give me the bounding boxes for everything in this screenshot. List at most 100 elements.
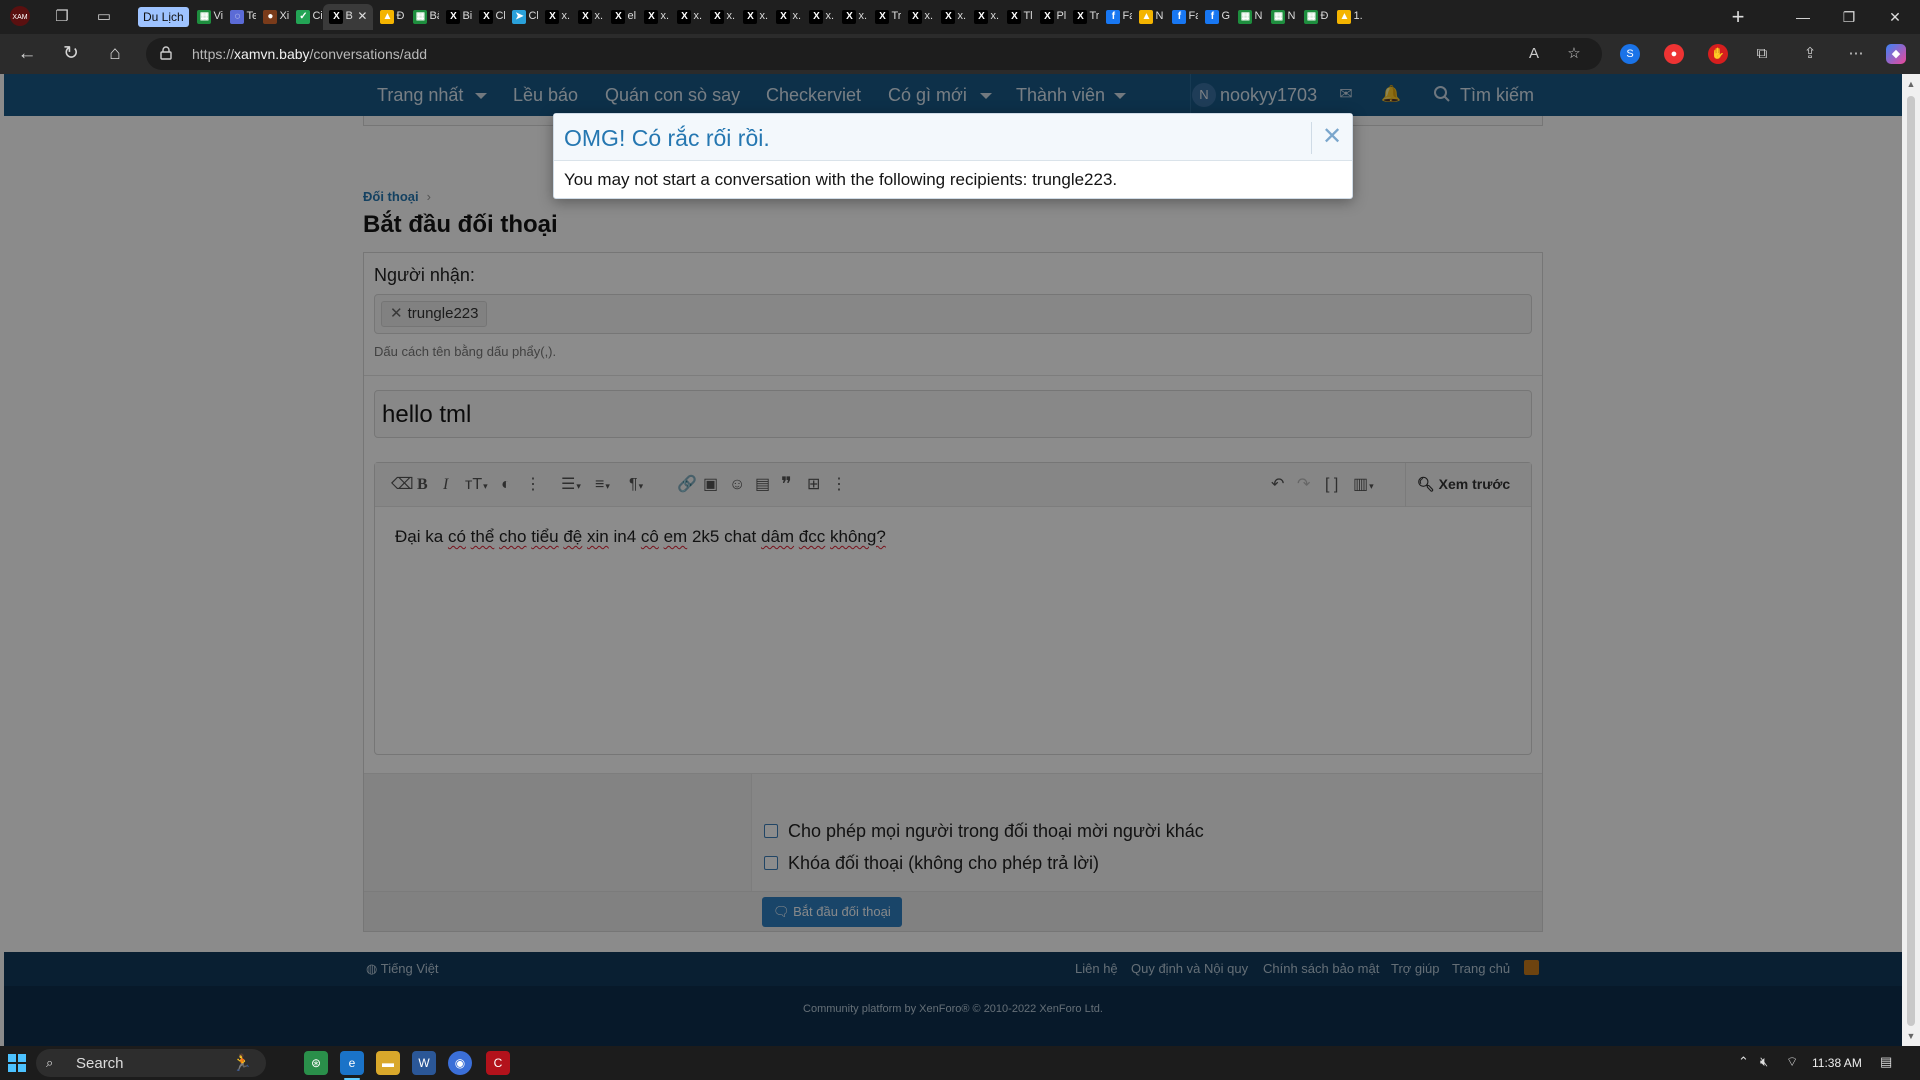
browser-tab[interactable]: Xel bbox=[605, 4, 637, 30]
scroll-thumb[interactable] bbox=[1907, 96, 1915, 1026]
browser-tab-label: el bbox=[627, 10, 637, 22]
browser-tab[interactable]: f Fa bbox=[1100, 4, 1132, 30]
browser-tab[interactable]: Xx. bbox=[968, 4, 1000, 30]
browser-tab[interactable]: ▦Bả bbox=[407, 4, 439, 30]
browser-tab[interactable]: X Pl bbox=[1034, 4, 1066, 30]
browser-tab[interactable]: Xx. bbox=[638, 4, 670, 30]
volume-muted-icon[interactable]: 🔇︎ bbox=[1760, 1054, 1768, 1070]
tab-group-label: Du Lịch bbox=[138, 7, 189, 27]
browser-tab[interactable]: Xx. bbox=[671, 4, 703, 30]
browser-tab[interactable]: X Tr bbox=[869, 4, 901, 30]
url-field[interactable]: https://xamvn.baby/conversations/add A ☆ bbox=[146, 38, 1602, 70]
browser-tab[interactable]: ▦ Đ bbox=[1298, 4, 1330, 30]
browser-tab[interactable]: X Tl bbox=[1001, 4, 1033, 30]
copilot-icon[interactable]: ◆ bbox=[1886, 44, 1906, 64]
browser-tab[interactable]: X Bi bbox=[440, 4, 472, 30]
browser-tab-label: Tr bbox=[1089, 10, 1100, 22]
taskbar-search-label: Search bbox=[76, 1055, 124, 1072]
taskbar-search[interactable]: ⌕ Search 🏃 bbox=[36, 1049, 266, 1077]
browser-tab-label: G bbox=[1221, 10, 1231, 22]
taskbar-clock[interactable]: 11:38 AM bbox=[1812, 1056, 1862, 1070]
browser-tab[interactable]: X Tr bbox=[1067, 4, 1099, 30]
tab-actions-icon[interactable]: ▭ bbox=[92, 5, 116, 29]
wifi-icon[interactable]: ⌔ bbox=[1786, 1054, 1798, 1070]
close-tab-icon[interactable]: ✕ bbox=[357, 9, 367, 23]
dark-icon: ● bbox=[263, 10, 278, 24]
windows-taskbar: ⌕ Search 🏃 ⊛ e ▬ W ◉ C ⌃ 🔇︎ ⌔ 11:38 AM ▤ bbox=[0, 1046, 1920, 1080]
browser-tab[interactable]: Xx. bbox=[902, 4, 934, 30]
extension-badge-icon[interactable]: ● bbox=[1664, 44, 1684, 64]
browser-tab[interactable]: X B ✕ bbox=[323, 4, 374, 30]
browser-tab[interactable]: Xx. bbox=[803, 4, 835, 30]
browser-tab-label: N bbox=[1155, 10, 1164, 22]
telegram-icon: ➤ bbox=[512, 10, 527, 24]
tray-chevron-icon[interactable]: ⌃ bbox=[1738, 1054, 1749, 1070]
x-icon: X bbox=[743, 10, 758, 24]
close-window-button[interactable]: ✕ bbox=[1872, 0, 1918, 34]
browser-tab[interactable]: ● Xi bbox=[257, 4, 289, 30]
favorite-star-icon[interactable]: ☆ bbox=[1564, 44, 1584, 64]
read-aloud-icon[interactable]: A bbox=[1524, 44, 1544, 64]
browser-tab[interactable]: ▲ 1. bbox=[1331, 4, 1363, 30]
browser-tab[interactable]: ✓ Ci bbox=[290, 4, 322, 30]
home-icon[interactable]: ⌂ bbox=[102, 41, 128, 67]
more-menu-icon[interactable]: ⋯ bbox=[1846, 44, 1866, 64]
browser-tab[interactable]: Xx. bbox=[572, 4, 604, 30]
browser-tab-label: Ci bbox=[312, 10, 323, 22]
red-app-icon[interactable]: C bbox=[486, 1051, 510, 1075]
x-icon: X bbox=[908, 10, 923, 24]
tabs-row: Du Lịch ▦Vi◌Te●Xi✓CiXB✕▲Đ▦BảXBiXCl➤ClXx.… bbox=[134, 4, 1704, 30]
extensions-icon[interactable]: ⧉ bbox=[1752, 44, 1772, 64]
workspaces-icon[interactable]: ❐ bbox=[50, 5, 74, 29]
windows-start-icon[interactable] bbox=[8, 1054, 26, 1072]
file-explorer-icon[interactable]: ▬ bbox=[376, 1051, 400, 1075]
browser-tab[interactable]: f Fa bbox=[1166, 4, 1198, 30]
refresh-icon[interactable]: ↻ bbox=[58, 41, 84, 67]
scroll-up-icon[interactable]: ▲ bbox=[1902, 76, 1920, 92]
browser-tab[interactable]: Xx. bbox=[737, 4, 769, 30]
browser-tab[interactable]: Xx. bbox=[704, 4, 736, 30]
browser-tab[interactable]: ▦ Vi bbox=[191, 4, 223, 30]
browser-tab-label: N bbox=[1287, 10, 1296, 22]
back-icon[interactable]: ← bbox=[14, 41, 40, 67]
chatgpt-app-icon[interactable]: ⊛ bbox=[304, 1051, 328, 1075]
close-icon[interactable]: ✕ bbox=[1318, 122, 1346, 152]
modal-backdrop[interactable] bbox=[0, 74, 1902, 1046]
browser-tab[interactable]: ◌ Te bbox=[224, 4, 256, 30]
share-icon[interactable]: ⇪ bbox=[1800, 44, 1820, 64]
browser-tab-label: Pl bbox=[1056, 10, 1067, 22]
profile-icon[interactable]: XAM bbox=[8, 5, 32, 29]
browser-tab-label: 1. bbox=[1353, 10, 1363, 22]
x-icon: X bbox=[1040, 10, 1055, 24]
minimize-button[interactable]: — bbox=[1780, 0, 1826, 34]
restore-button[interactable]: ❐ bbox=[1826, 0, 1872, 34]
browser-tab[interactable]: Xx. bbox=[935, 4, 967, 30]
loading-icon: ◌ bbox=[230, 10, 245, 24]
browser-tab-label: Cl bbox=[528, 10, 539, 22]
browser-tab[interactable]: ▲ N bbox=[1133, 4, 1165, 30]
browser-tab[interactable]: ▦ N bbox=[1232, 4, 1264, 30]
notifications-icon[interactable]: ▤ bbox=[1880, 1054, 1892, 1070]
extension-s-icon[interactable]: S bbox=[1620, 44, 1640, 64]
screen: XAM ❐ ▭ Du Lịch ▦Vi◌Te●Xi✓CiXB✕▲Đ▦BảXBiX… bbox=[0, 0, 1920, 1080]
tab-group[interactable]: Du Lịch bbox=[134, 4, 189, 30]
browser-tab[interactable]: ▲ Đ bbox=[374, 4, 406, 30]
word-app-icon[interactable]: W bbox=[412, 1051, 436, 1075]
new-tab-button[interactable]: + bbox=[1715, 0, 1761, 34]
extension-red-icon[interactable]: ✋ bbox=[1708, 44, 1728, 64]
browser-tab[interactable]: X Cl bbox=[473, 4, 505, 30]
edge-app-icon[interactable]: e bbox=[340, 1051, 364, 1080]
browser-tab[interactable]: Xx. bbox=[836, 4, 868, 30]
scroll-down-icon[interactable]: ▼ bbox=[1902, 1028, 1920, 1044]
search-icon: ⌕ bbox=[46, 1055, 54, 1070]
browser-tab[interactable]: Xx. bbox=[539, 4, 571, 30]
browser-tab[interactable]: ➤ Cl bbox=[506, 4, 538, 30]
browser-tab[interactable]: fG bbox=[1199, 4, 1231, 30]
browser-tab[interactable]: Xx. bbox=[770, 4, 802, 30]
check-icon: ✓ bbox=[296, 10, 311, 24]
browser-tab-label: Xi bbox=[279, 10, 290, 22]
browser-tab[interactable]: ▦ N bbox=[1265, 4, 1297, 30]
page-scrollbar[interactable]: ▲ ▼ bbox=[1902, 74, 1920, 1046]
browser-tab-label: x. bbox=[924, 10, 934, 22]
messenger-app-icon[interactable]: ◉ bbox=[448, 1051, 472, 1075]
